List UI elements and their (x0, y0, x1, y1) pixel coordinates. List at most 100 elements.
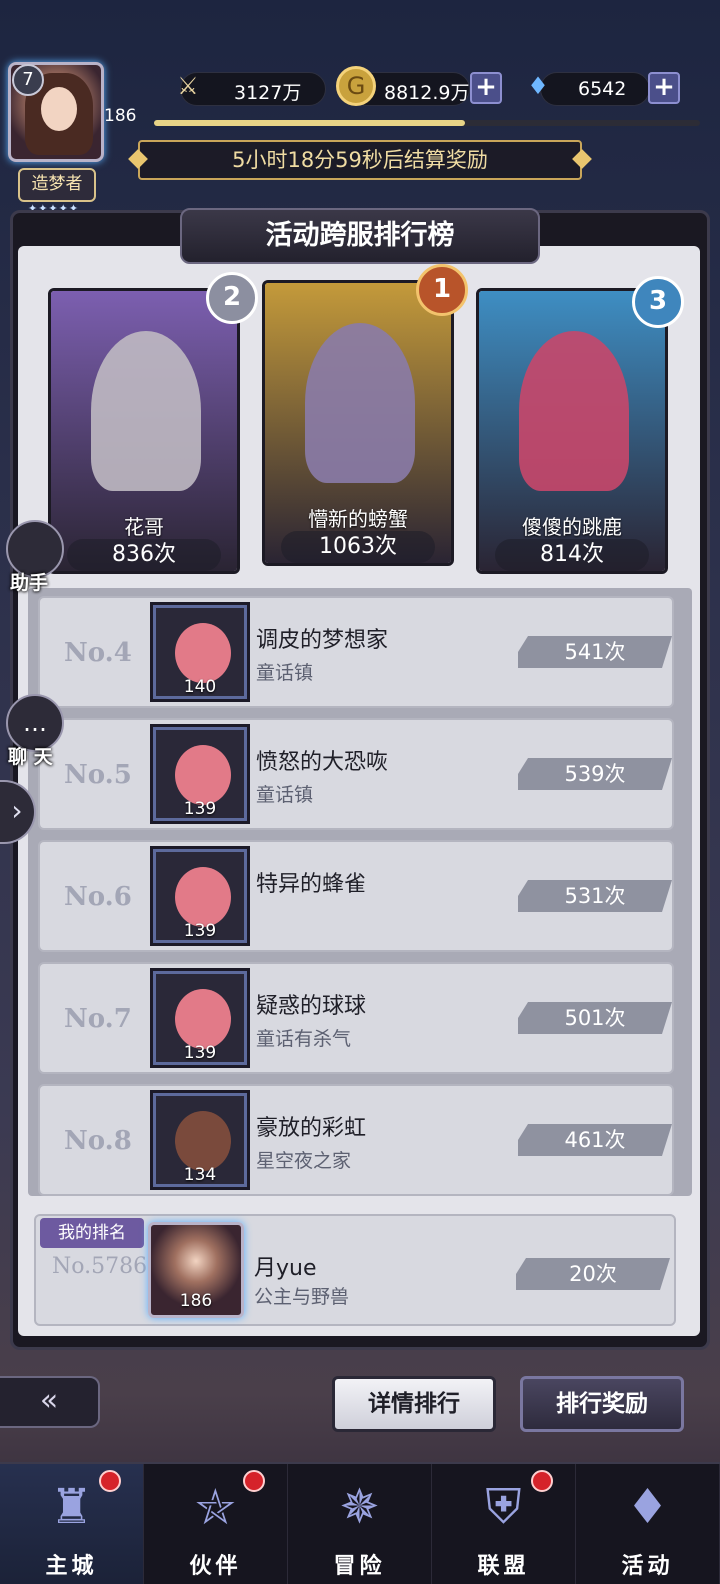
compass-icon: ✵ (339, 1479, 380, 1535)
castle-icon: ♜ (49, 1479, 94, 1535)
guild-name: 童话有杀气 (256, 1028, 352, 1050)
my-rank-number: No.5786 (52, 1254, 148, 1279)
my-level: 186 (179, 1291, 213, 1311)
rank-row[interactable]: No.6 139 特异的蜂雀 531次 (38, 840, 674, 952)
top-player-count: 1063次 (281, 531, 435, 563)
nav-events[interactable]: ♦ 活动 (576, 1464, 720, 1584)
silver-medal-icon: 2 (206, 272, 258, 324)
portrait-face (175, 1111, 231, 1171)
chat-label: 聊 天 (8, 746, 53, 768)
rank-number: No.5 (64, 760, 132, 790)
cards-icon: ♦ (625, 1479, 670, 1535)
rank-row[interactable]: No.5 139 愤怒的大恐咴 童话镇 539次 (38, 718, 674, 830)
nav-label: 活动 (621, 1554, 674, 1579)
rank-number: No.4 (64, 638, 132, 668)
score-badge: 541次 (518, 636, 672, 668)
gold-medal-icon: 1 (416, 264, 468, 316)
notification-dot (243, 1470, 265, 1492)
back-button[interactable]: « (0, 1376, 100, 1428)
player-portrait: 139 (150, 968, 250, 1068)
character-art (91, 331, 201, 491)
my-portrait: 186 (148, 1222, 244, 1318)
player-name: 调皮的梦想家 (256, 628, 389, 653)
player-level: 139 (183, 1043, 217, 1063)
nav-partners[interactable]: ⛥ 伙伴 (144, 1464, 288, 1584)
reward-timer-banner: 5小时18分59秒后结算奖励 (138, 140, 582, 180)
rank-row[interactable]: No.8 134 豪放的彩虹 星空夜之家 461次 (38, 1084, 674, 1196)
top-card-rank-3[interactable]: 傻傻的跳鹿 814次 (476, 288, 668, 574)
top-player-name: 花哥 (124, 515, 164, 539)
top-hud: 7 186 造梦者 ✦✦✦✦✦ ⚔ 3127万 G 8812.9万 + ♦ 65… (0, 0, 720, 215)
rank-number: No.7 (64, 1004, 132, 1034)
rank-row[interactable]: No.7 139 疑惑的球球 童话有杀气 501次 (38, 962, 674, 1074)
shield-icon: ⛨ (485, 1478, 522, 1535)
player-portrait: 140 (150, 602, 250, 702)
score-badge: 501次 (518, 1002, 672, 1034)
player-portrait: 139 (150, 724, 250, 824)
bronze-medal-icon: 3 (632, 276, 684, 328)
character-art (519, 331, 629, 491)
add-diamond-button[interactable]: + (648, 72, 680, 104)
nav-label: 主城 (45, 1554, 98, 1579)
notification-dot (99, 1470, 121, 1492)
gold-value: 8812.9万 (384, 82, 470, 104)
player-name: 特异的蜂雀 (256, 872, 367, 897)
rank-number: No.6 (64, 882, 132, 912)
power-value: 3127万 (234, 82, 302, 104)
diamond-icon: ♦ (527, 72, 549, 100)
player-level: 139 (183, 921, 217, 941)
experience-fill (154, 120, 466, 126)
player-portrait: 139 (150, 846, 250, 946)
player-level: 140 (183, 677, 217, 697)
portrait-face (175, 623, 231, 683)
top-player-count: 814次 (495, 539, 649, 571)
avatar-face (41, 87, 77, 131)
rank-row[interactable]: No.4 140 调皮的梦想家 童话镇 541次 (38, 596, 674, 708)
character-art (305, 323, 415, 483)
guild-name: 童话镇 (256, 662, 314, 684)
sword-icon: ⚔ (177, 72, 199, 100)
nav-label: 伙伴 (189, 1554, 242, 1579)
add-gold-button[interactable]: + (470, 72, 502, 104)
top-player-name: 懵新的螃蟹 (308, 507, 408, 531)
player-level-badge: 7 (12, 64, 44, 96)
gold-coin-icon: G (336, 66, 376, 106)
score-badge: 461次 (518, 1124, 672, 1156)
experience-bar (154, 120, 700, 126)
diamond-value: 6542 (578, 78, 627, 100)
my-player-name: 月yue (254, 1256, 317, 1281)
panel-title: 活动跨服排行榜 (180, 208, 540, 264)
assistant-label: 助手 (10, 572, 49, 594)
portrait-face (175, 989, 231, 1049)
my-guild-name: 公主与野兽 (254, 1286, 350, 1308)
my-score-badge: 20次 (516, 1258, 670, 1290)
portrait-face (175, 867, 231, 927)
nav-adventure[interactable]: ✵ 冒险 (288, 1464, 432, 1584)
player-portrait: 134 (150, 1090, 250, 1190)
my-rank-tag: 我的排名 (40, 1218, 144, 1248)
guild-name: 星空夜之家 (256, 1150, 352, 1172)
portrait-face (175, 745, 231, 805)
top-card-rank-1[interactable]: 懵新的螃蟹 1063次 (262, 280, 454, 566)
rank-number: No.8 (64, 1126, 132, 1156)
score-badge: 539次 (518, 758, 672, 790)
nav-label: 联盟 (477, 1554, 530, 1579)
nav-label: 冒险 (333, 1554, 386, 1579)
top-player-count: 836次 (67, 539, 221, 571)
bottom-nav: ♜ 主城 ⛥ 伙伴 ✵ 冒险 ⛨ 联盟 ♦ 活动 (0, 1462, 720, 1584)
player-name: 豪放的彩虹 (256, 1116, 367, 1141)
top-player-name: 傻傻的跳鹿 (522, 515, 622, 539)
ranking-reward-button[interactable]: 排行奖励 (520, 1376, 684, 1432)
avatar-level: 186 (104, 106, 137, 126)
nav-alliance[interactable]: ⛨ 联盟 (432, 1464, 576, 1584)
nav-main-city[interactable]: ♜ 主城 (0, 1464, 144, 1584)
player-name: 疑惑的球球 (256, 994, 367, 1019)
player-level: 134 (183, 1165, 217, 1185)
top-card-rank-2[interactable]: 花哥 836次 (48, 288, 240, 574)
witch-hat-icon: ⛥ (196, 1478, 235, 1535)
player-title[interactable]: 造梦者 (18, 168, 96, 202)
score-badge: 531次 (518, 880, 672, 912)
player-level: 139 (183, 799, 217, 819)
detail-ranking-button[interactable]: 详情排行 (332, 1376, 496, 1432)
notification-dot (531, 1470, 553, 1492)
